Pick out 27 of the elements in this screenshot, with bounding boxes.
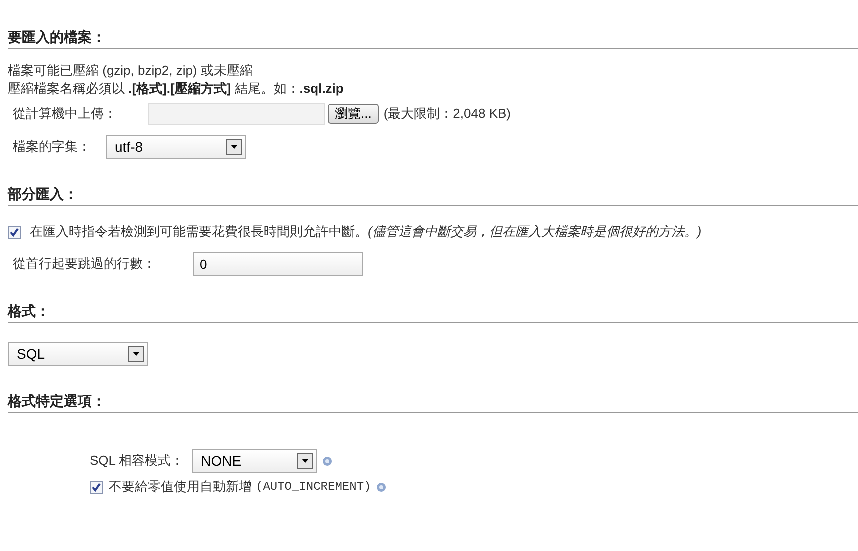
checkbox-label: 在匯入時指令若檢測到可能需要花費很長時間則允許中斷。(儘管這會中斷交易，但在匯入大檔案時是個很好的方法。)	[30, 223, 702, 241]
input-field[interactable]: 0	[193, 252, 363, 276]
caret-icon	[226, 139, 242, 155]
browse-button[interactable]: 瀏覽...	[328, 104, 379, 124]
size-limit: (最大限制：2,048 KB)	[384, 105, 511, 123]
section-heading: 格式：	[8, 302, 858, 323]
field-label: 從計算機中上傳：	[13, 105, 118, 123]
dropdown[interactable]: NONE	[192, 449, 318, 473]
checkbox[interactable]	[8, 226, 21, 238]
dropdown[interactable]: SQL	[8, 342, 148, 366]
code-text: (AUTO_INCREMENT)	[256, 480, 372, 494]
section-heading: 格式特定選項：	[8, 392, 858, 413]
checkbox[interactable]	[90, 480, 103, 494]
section-heading: 部分匯入：	[8, 185, 858, 206]
file-field[interactable]	[148, 103, 325, 125]
section-heading: 要匯入的檔案：	[8, 28, 858, 49]
caret-icon	[128, 346, 144, 362]
caret-icon	[297, 453, 314, 469]
field-label: SQL 相容模式：	[90, 452, 184, 470]
field-label: 從首行起要跳過的行數：	[13, 255, 157, 273]
dropdown[interactable]: utf-8	[106, 135, 246, 159]
checkbox-label: 不要給零值使用自動新增	[109, 478, 252, 496]
help-icon[interactable]	[323, 456, 332, 466]
note-text: 壓縮檔案名稱必須以 .[格式].[壓縮方式] 結尾。如：.sql.zip	[8, 80, 345, 98]
field-label: 檔案的字集：	[13, 138, 92, 156]
help-icon[interactable]	[377, 482, 386, 492]
note-text: 檔案可能已壓縮 (gzip, bzip2, zip) 或未壓縮	[8, 62, 254, 80]
